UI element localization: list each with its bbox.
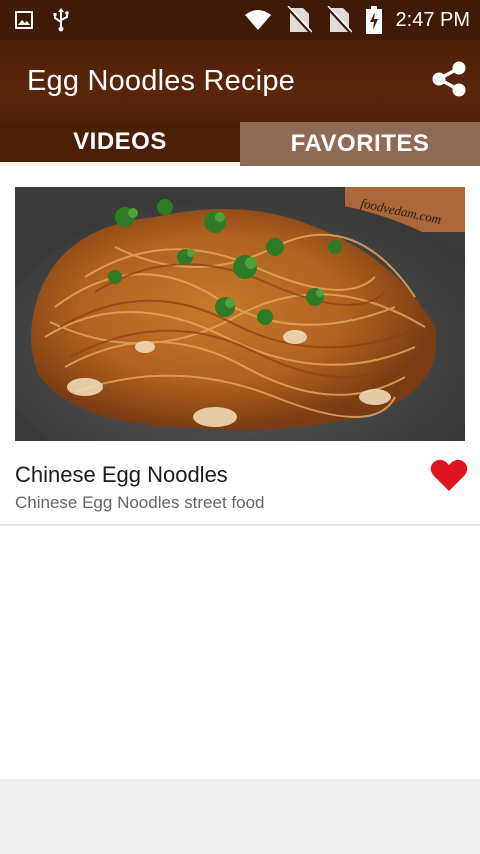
wifi-icon — [244, 9, 272, 31]
list-item[interactable]: foodvedam.com Chinese Egg Noodles Chines… — [0, 166, 480, 526]
video-thumbnail[interactable]: foodvedam.com — [15, 187, 465, 441]
video-subtitle: Chinese Egg Noodles street food — [15, 493, 265, 512]
no-sim-icon — [285, 6, 312, 34]
status-bar: 2:47 PM — [0, 0, 480, 40]
image-icon — [14, 10, 34, 30]
tab-bar: VIDEOS FAVORITES — [0, 122, 480, 166]
status-time: 2:47 PM — [395, 8, 470, 31]
app-title: Egg Noodles Recipe — [27, 64, 295, 97]
video-list: foodvedam.com Chinese Egg Noodles Chines… — [0, 166, 480, 779]
heart-icon — [430, 459, 468, 496]
usb-icon — [52, 8, 70, 32]
no-sim-icon — [325, 6, 352, 34]
battery-charging-icon — [365, 6, 382, 34]
favorite-button[interactable] — [430, 458, 468, 492]
tab-videos[interactable]: VIDEOS — [0, 122, 240, 166]
bottom-empty-area — [0, 779, 480, 854]
share-button[interactable] — [429, 61, 469, 101]
share-icon — [430, 60, 468, 103]
app-bar: Egg Noodles Recipe — [0, 40, 480, 122]
tab-favorites[interactable]: FAVORITES — [240, 122, 480, 166]
video-title: Chinese Egg Noodles — [15, 462, 228, 487]
